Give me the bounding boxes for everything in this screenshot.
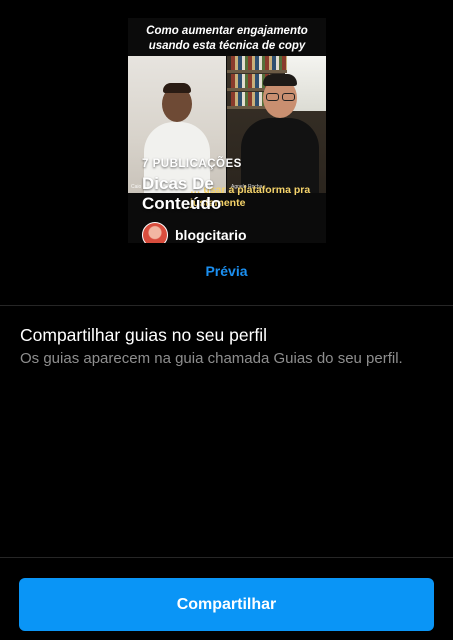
video-participant-left: Caio [128,56,226,193]
guide-author: blogcitario [142,221,247,243]
video-participant-right: Agnelo Rocha [227,56,326,193]
participant-left-name: Caio [131,184,142,190]
guide-title: Dicas De Conteúdo [142,174,222,213]
share-button[interactable]: Compartilhar [19,578,434,631]
person-left [128,56,226,193]
divider-bottom [0,557,453,558]
share-section-description: Os guias aparecem na guia chamada Guias … [20,350,403,367]
profile-avatar-icon [142,222,168,243]
person-right [227,56,326,193]
video-thumbnail: Caio Agnelo Rocha [128,56,326,193]
guide-post-count: 7 PUBLICAÇÕES [142,158,242,170]
share-guide-screen: Como aumentar engajamento usando esta té… [0,0,453,640]
preview-link[interactable]: Prévia [0,263,453,279]
divider-top [0,305,453,306]
guide-cover-preview[interactable]: Como aumentar engajamento usando esta té… [128,18,326,243]
share-section-heading: Compartilhar guias no seu perfil [20,325,268,345]
cover-headline: Como aumentar engajamento usando esta té… [146,25,308,52]
author-username: blogcitario [175,227,247,243]
